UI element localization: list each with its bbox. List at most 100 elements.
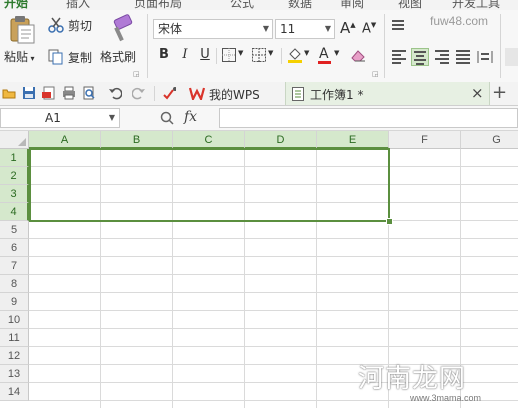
paste-icon	[10, 16, 35, 44]
menu-tab-developer[interactable]: 开发工具	[452, 0, 500, 10]
font-launcher-icon[interactable]: ◲	[372, 70, 379, 78]
quick-access-bar: 我的WPS 工作簿1 * × +	[0, 82, 518, 106]
font-name-value: 宋体	[158, 22, 183, 36]
ribbon-divider	[500, 14, 501, 78]
menu-tab-view[interactable]: 视图	[398, 0, 422, 10]
print-icon[interactable]	[62, 86, 76, 100]
align-left-button[interactable]	[390, 48, 408, 66]
row-gridline	[29, 310, 518, 311]
row-gridline	[29, 346, 518, 347]
column-header-b[interactable]: B	[101, 131, 173, 149]
column-header-g[interactable]: G	[461, 131, 518, 149]
open-folder-icon[interactable]	[2, 86, 16, 100]
fill-handle[interactable]	[386, 218, 393, 225]
row-header-11[interactable]: 11	[0, 329, 29, 347]
row-header-9[interactable]: 9	[0, 293, 29, 311]
menu-tab-page-layout[interactable]: 页面布局	[134, 0, 182, 10]
distribute-button[interactable]	[476, 48, 494, 66]
selection-range[interactable]	[29, 148, 390, 222]
watermark-top: fuw48.com	[430, 14, 489, 28]
font-color-button[interactable]: A ▼	[317, 46, 345, 65]
export-pdf-icon[interactable]	[42, 86, 56, 100]
tab-my-wps[interactable]: 我的WPS	[185, 82, 283, 105]
font-color-swatch	[318, 61, 331, 64]
column-header-c[interactable]: C	[173, 131, 245, 149]
row-gridline	[29, 328, 518, 329]
font-color-icon: A	[319, 46, 329, 62]
row-header-10[interactable]: 10	[0, 311, 29, 329]
cut-label: 剪切	[68, 19, 93, 33]
row-header-4[interactable]: 4	[0, 203, 29, 221]
formula-input[interactable]	[219, 108, 518, 128]
menu-tab-review[interactable]: 审阅	[340, 0, 364, 10]
cell-grid-icon	[252, 48, 266, 62]
justify-button[interactable]	[454, 48, 472, 66]
paint-bucket-icon	[288, 48, 302, 63]
underline-button[interactable]: U	[196, 46, 214, 64]
menu-tab-home[interactable]: 开始	[4, 0, 28, 10]
distribute-icon	[477, 51, 493, 63]
font-name-select[interactable]: 宋体 ▼	[153, 19, 273, 39]
format-painter-label[interactable]: 格式刷	[100, 48, 136, 65]
arrow-down-icon: ▼	[370, 21, 377, 29]
menu-tab-strip: 开始 插入 页面布局 公式 数据 审阅 视图 开发工具	[0, 0, 518, 10]
row-header-12[interactable]: 12	[0, 347, 29, 365]
name-box[interactable]: A1 ▼	[0, 108, 120, 128]
fill-color-button[interactable]: ▼	[287, 47, 315, 65]
undo-icon[interactable]	[108, 86, 122, 100]
italic-button[interactable]: I	[176, 46, 194, 64]
column-header-e[interactable]: E	[317, 131, 389, 149]
row-header-2[interactable]: 2	[0, 167, 29, 185]
insert-function-button[interactable]: fx	[184, 109, 197, 125]
align-center-button[interactable]	[411, 48, 429, 66]
row-header-13[interactable]: 13	[0, 365, 29, 383]
merge-cells-button[interactable]: ▼	[251, 47, 279, 65]
paste-button[interactable]	[6, 14, 36, 44]
align-right-button[interactable]	[433, 48, 451, 66]
redo-icon[interactable]	[132, 86, 146, 100]
close-icon[interactable]: ×	[471, 84, 484, 102]
font-size-select[interactable]: 11 ▼	[275, 19, 335, 39]
chevron-down-icon: ▼	[334, 49, 340, 57]
paste-label[interactable]: 粘贴 ▾	[4, 48, 35, 65]
column-header-a[interactable]: A	[29, 131, 101, 149]
row-header-5[interactable]: 5	[0, 221, 29, 239]
row-header-8[interactable]: 8	[0, 275, 29, 293]
row-gridline	[29, 274, 518, 275]
row-header-6[interactable]: 6	[0, 239, 29, 257]
menu-tab-formulas[interactable]: 公式	[230, 0, 254, 10]
formula-bar: A1 ▼ fx	[0, 106, 518, 131]
align-top-button[interactable]	[390, 18, 408, 36]
font-size-value: 11	[280, 22, 296, 36]
copy-button[interactable]: 复制	[48, 48, 100, 66]
ribbon-divider	[384, 14, 385, 78]
menu-tab-data[interactable]: 数据	[288, 0, 312, 10]
grow-font-button[interactable]: A▲	[340, 19, 358, 39]
row-header-3[interactable]: 3	[0, 185, 29, 203]
tab-workbook-1[interactable]: 工作簿1 * ×	[285, 82, 490, 105]
zoom-search-icon[interactable]	[160, 111, 174, 125]
row-header-1[interactable]: 1	[0, 149, 29, 167]
clear-format-button[interactable]	[349, 47, 373, 65]
wrap-text-button[interactable]	[505, 48, 518, 66]
new-tab-button[interactable]: +	[492, 82, 507, 103]
select-all-corner[interactable]	[0, 131, 29, 149]
bold-button[interactable]: B	[155, 46, 173, 64]
clipboard-launcher-icon[interactable]: ◲	[133, 70, 140, 78]
chevron-down-icon: ▾	[28, 54, 35, 63]
customize-quick-access-icon[interactable]	[162, 86, 176, 100]
column-header-d[interactable]: D	[245, 131, 317, 149]
save-icon[interactable]	[22, 86, 36, 100]
row-header-14[interactable]: 14	[0, 383, 29, 401]
chevron-down-icon: ▼	[262, 24, 269, 33]
row-header-7[interactable]: 7	[0, 257, 29, 275]
shrink-font-button[interactable]: A▼	[362, 21, 380, 41]
menu-tab-insert[interactable]: 插入	[66, 0, 90, 10]
print-preview-icon[interactable]	[82, 86, 96, 100]
tab-my-wps-label: 我的WPS	[209, 88, 260, 102]
borders-button[interactable]: ▼	[221, 47, 249, 65]
format-painter-button[interactable]	[106, 14, 136, 44]
format-painter-icon	[113, 14, 133, 42]
cut-button[interactable]: 剪切	[48, 16, 100, 34]
column-header-f[interactable]: F	[389, 131, 461, 149]
